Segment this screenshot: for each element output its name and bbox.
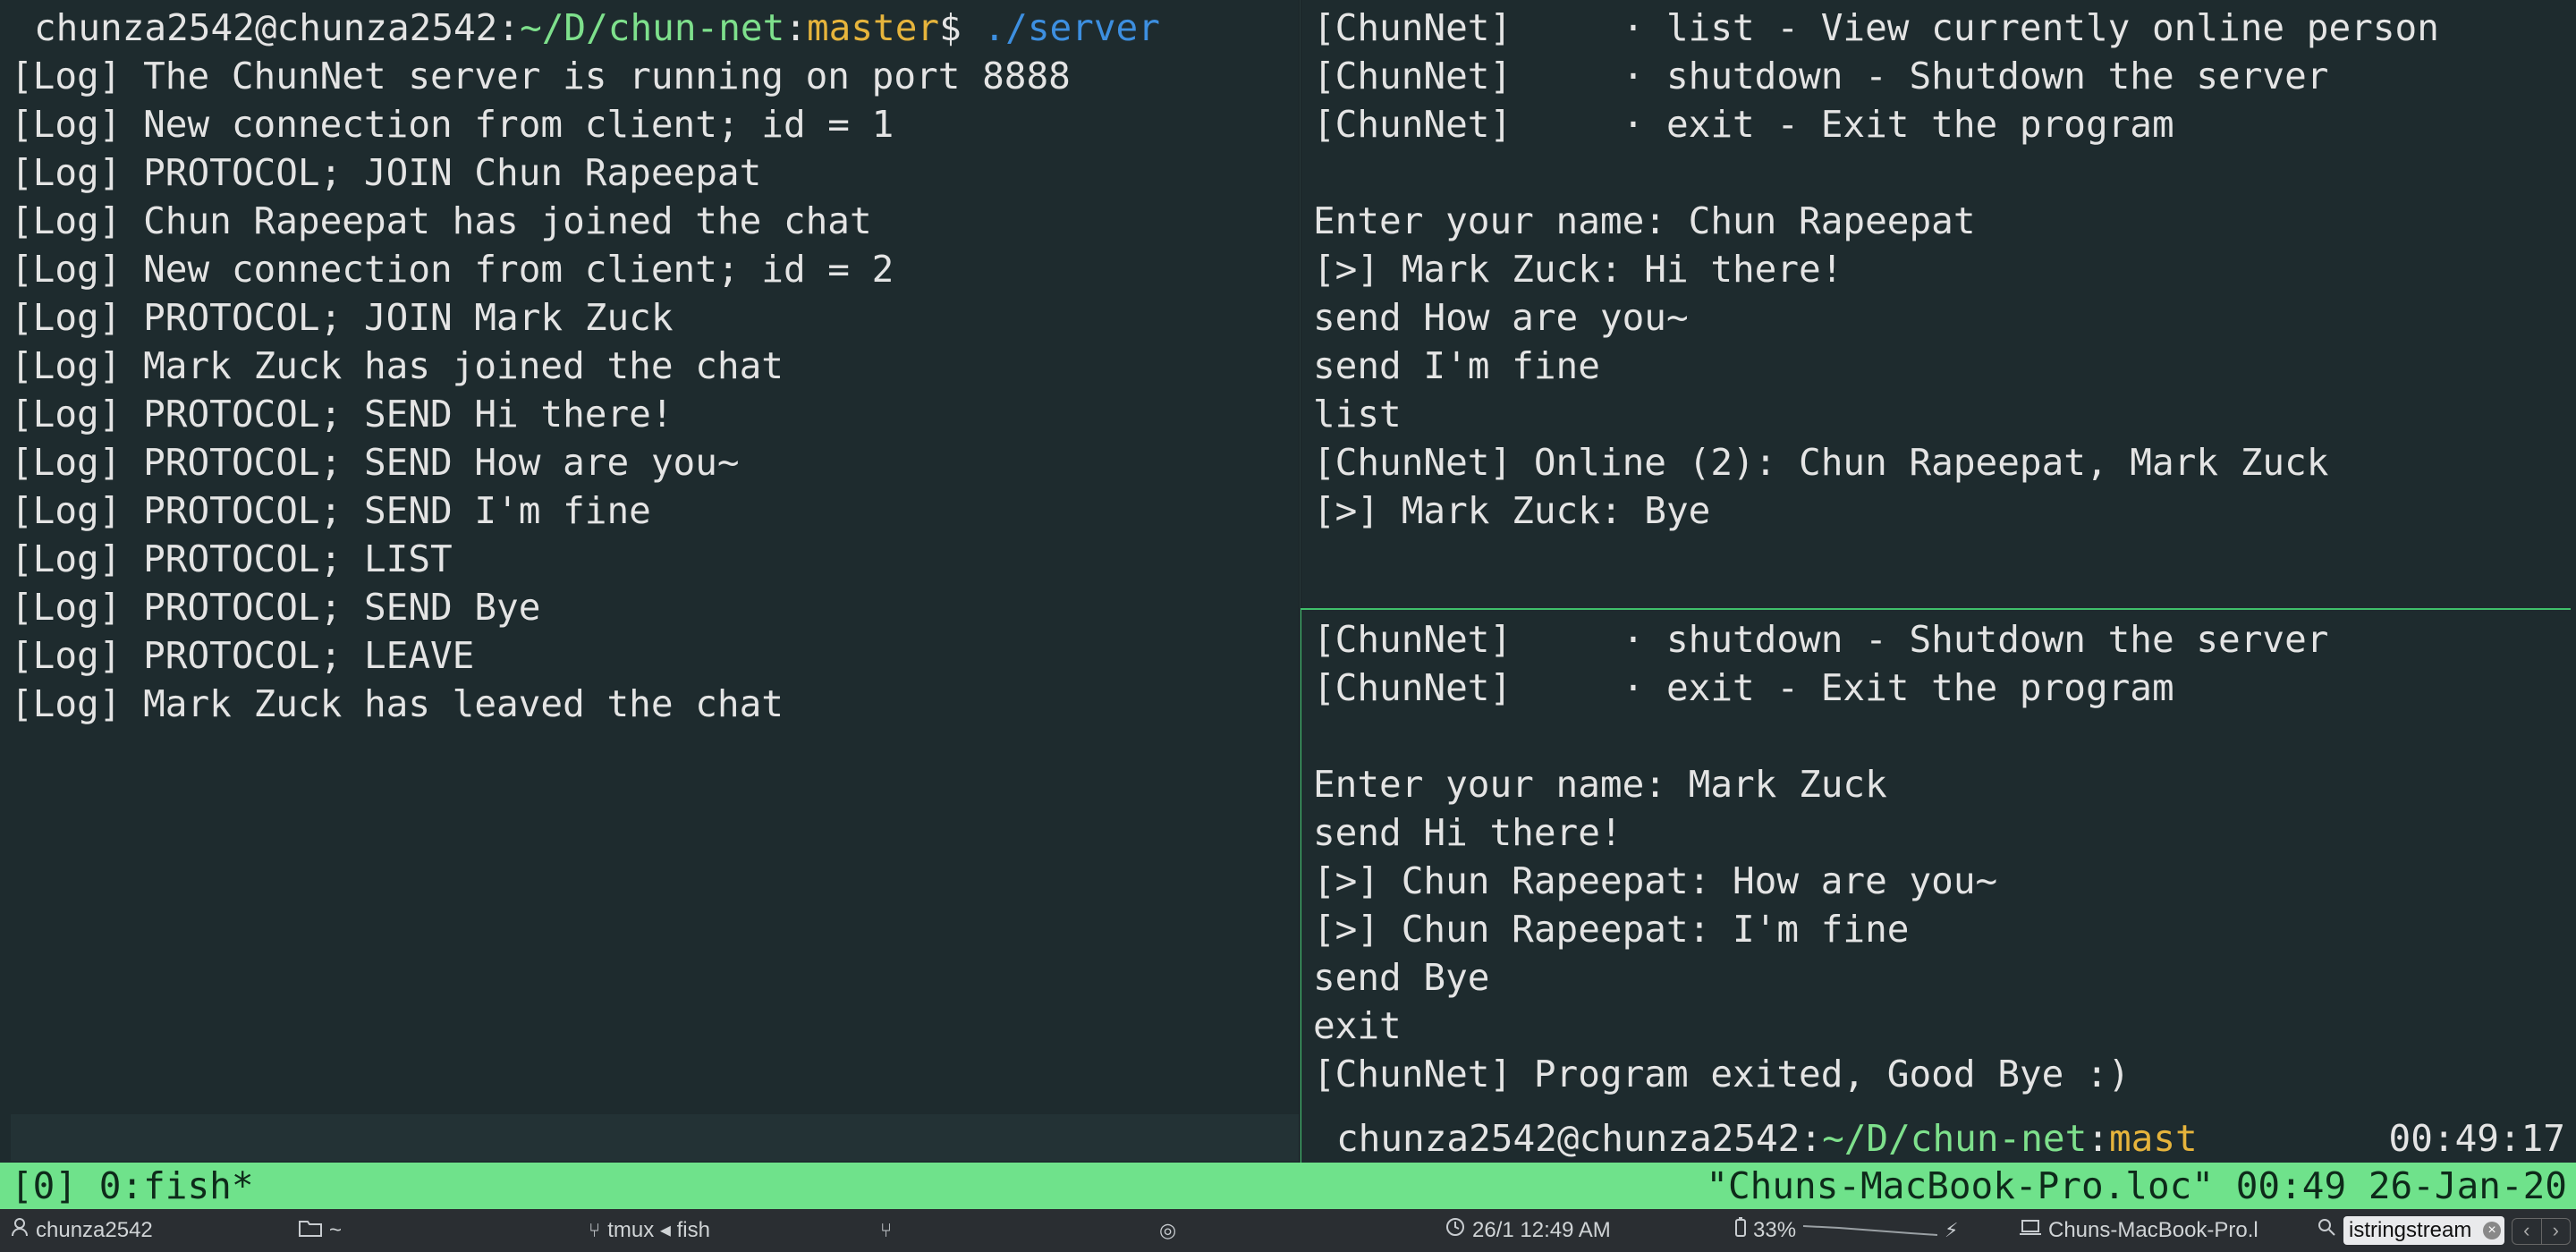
terminal-line: [Log] PROTOCOL; JOIN Mark Zuck: [11, 296, 674, 339]
prompt-clock: 00:49:17: [2388, 1117, 2565, 1160]
terminal-line: [Log] PROTOCOL; LIST: [11, 537, 453, 580]
shell-prompt-bottom-wrap: chunza2542@chunza2542:~/D/chun-net:maste…: [1302, 1114, 2197, 1163]
server-pane[interactable]: chunza2542@chunza2542:~/D/chun-net:maste…: [0, 4, 1299, 1112]
tmux-status-right: "Chuns-MacBook-Pro.loc" 00:49 26-Jan-20: [1706, 1164, 2567, 1207]
terminal-line: [ChunNet] Program exited, Good Bye :): [1313, 1053, 2131, 1096]
pane-border-strip: [11, 1114, 1299, 1161]
terminal-line: exit: [1313, 1004, 1402, 1047]
prompt-dollar: $: [939, 6, 962, 49]
terminal-line: [ChunNet] · shutdown - Shutdown the serv…: [1313, 55, 2329, 97]
charging-icon: ⚡: [1945, 1219, 1959, 1241]
terminal-line: [Log] PROTOCOL; LEAVE: [11, 634, 475, 677]
process-item[interactable]: ⑂ tmux ◂ fish: [589, 1209, 710, 1252]
prompt-path: ~/D/chun-net: [1822, 1117, 2088, 1160]
terminal-line: [Log] Chun Rapeepat has joined the chat: [11, 199, 872, 242]
terminal-line: send I'm fine: [1313, 344, 1600, 387]
tmux-status-bar: [0] 0:fish* "Chuns-MacBook-Pro.loc" 00:4…: [0, 1163, 2576, 1209]
terminal-line: [Log] PROTOCOL; SEND Hi there!: [11, 393, 674, 436]
search-icon: [2317, 1209, 2336, 1252]
folder-item[interactable]: ~: [299, 1209, 342, 1252]
horizontal-pane-divider[interactable]: [1301, 608, 2571, 610]
prompt-path: ~/D/chun-net: [520, 6, 785, 49]
git-branch-item[interactable]: ⑂: [880, 1209, 892, 1252]
client-output-bottom: [ChunNet] · shutdown - Shutdown the serv…: [1302, 615, 2571, 1098]
terminal-line: [>] Chun Rapeepat: How are you~: [1313, 859, 1998, 902]
host-item[interactable]: Chuns-MacBook-Pro.l: [2020, 1209, 2258, 1252]
battery-graph: [1803, 1225, 1938, 1236]
terminal-line: [>] Mark Zuck: Hi there!: [1313, 248, 1843, 291]
search-icon-wrap: [2317, 1209, 2336, 1252]
terminal-line: [Log] Mark Zuck has joined the chat: [11, 344, 784, 387]
system-status-bar: chunza2542 ~ ⑂ tmux ◂ fish ⑂ ◎ 26/1 12:4…: [0, 1209, 2576, 1252]
terminal-line: send Bye: [1313, 956, 1490, 999]
terminal-line: [ChunNet] · shutdown - Shutdown the serv…: [1313, 618, 2329, 661]
datetime-label: 26/1 12:49 AM: [1472, 1218, 1611, 1242]
user-item[interactable]: chunza2542: [11, 1209, 153, 1252]
terminal-line: [Log] PROTOCOL; SEND Bye: [11, 586, 541, 629]
terminal-line: Enter your name: Chun Rapeepat: [1313, 199, 1976, 242]
git-branch-icon: ⑂: [880, 1219, 893, 1241]
terminal-line: [Log] Mark Zuck has leaved the chat: [11, 682, 784, 725]
folder-icon: [299, 1209, 322, 1252]
prompt-user-host: chunza2542@chunza2542: [34, 6, 498, 49]
search-nav: ‹ ›: [2512, 1218, 2571, 1245]
terminal-line: [Log] PROTOCOL; SEND I'm fine: [11, 489, 651, 532]
prompt-command: ./server: [961, 6, 1160, 49]
terminal-line: [ChunNet] · list - View currently online…: [1313, 6, 2439, 49]
prompt-branch: master: [806, 6, 940, 49]
tmux-window-list[interactable]: [0] 0:fish*: [11, 1163, 254, 1209]
battery-item[interactable]: 33% ⚡: [1735, 1209, 1959, 1252]
terminal-line: send Hi there!: [1313, 811, 1623, 854]
client-output-top: [ChunNet] · list - View currently online…: [1302, 4, 2571, 535]
next-result-button[interactable]: ›: [2542, 1219, 2571, 1244]
terminal-line: [>] Chun Rapeepat: I'm fine: [1313, 908, 1910, 951]
search-value: istringstream: [2349, 1218, 2472, 1242]
terminal-line: [Log] New connection from client; id = 1: [11, 103, 894, 146]
clear-search-icon[interactable]: ×: [2483, 1222, 2501, 1239]
client-pane-bottom[interactable]: [ChunNet] · shutdown - Shutdown the serv…: [1302, 615, 2571, 1161]
terminal-line: [ChunNet] · exit - Exit the program: [1313, 103, 2174, 146]
terminal-line: [Log] PROTOCOL; JOIN Chun Rapeepat: [11, 151, 762, 194]
terminal-line: send How are you~: [1313, 296, 1689, 339]
shell-prompt-bottom: chunza2542@chunza2542:~/D/chun-net:maste…: [1302, 1114, 2197, 1163]
process-label: tmux ◂ fish: [607, 1218, 710, 1242]
battery-label: 33%: [1753, 1218, 1797, 1242]
terminal-line: [ChunNet] Online (2): Chun Rapeepat, Mar…: [1313, 441, 2329, 484]
datetime-item[interactable]: 26/1 12:49 AM: [1445, 1209, 1611, 1252]
target-icon: ◎: [1159, 1219, 1177, 1241]
terminal-line: [>] Mark Zuck: Bye: [1313, 489, 1711, 532]
server-log: [Log] The ChunNet server is running on p…: [0, 52, 1299, 728]
prompt-sep: :: [497, 6, 521, 49]
prompt-colon: :: [2087, 1117, 2109, 1160]
folder-label: ~: [329, 1218, 343, 1242]
terminal-line: [Log] New connection from client; id = 2: [11, 248, 894, 291]
laptop-icon: [2020, 1209, 2041, 1252]
vertical-pane-divider[interactable]: [1299, 0, 1301, 1163]
host-label: Chuns-MacBook-Pro.l: [2048, 1218, 2258, 1242]
target-item[interactable]: ◎: [1159, 1209, 1176, 1252]
battery-icon: [1735, 1209, 1746, 1252]
prompt-sep: :: [1800, 1117, 1823, 1160]
client-pane-top[interactable]: [ChunNet] · list - View currently online…: [1302, 4, 2571, 608]
terminal-line: [Log] The ChunNet server is running on p…: [11, 55, 1071, 97]
prompt-branch: master: [2108, 1117, 2197, 1160]
user-label: chunza2542: [36, 1218, 153, 1242]
terminal-line: [ChunNet] · exit - Exit the program: [1313, 666, 2174, 709]
prev-result-button[interactable]: ‹: [2512, 1219, 2542, 1244]
search-input[interactable]: istringstream ×: [2343, 1216, 2504, 1245]
terminal-line: list: [1313, 393, 1402, 436]
terminal-line: Enter your name: Mark Zuck: [1313, 763, 1887, 806]
terminal-line: [Log] PROTOCOL; SEND How are you~: [11, 441, 740, 484]
clock-icon: [1445, 1209, 1465, 1252]
prompt-colon: :: [784, 6, 807, 49]
process-icon: ⑂: [589, 1219, 601, 1241]
shell-prompt: chunza2542@chunza2542:~/D/chun-net:maste…: [0, 4, 1299, 52]
prompt-user-host: chunza2542@chunza2542: [1336, 1117, 1801, 1160]
user-icon: [11, 1209, 29, 1252]
